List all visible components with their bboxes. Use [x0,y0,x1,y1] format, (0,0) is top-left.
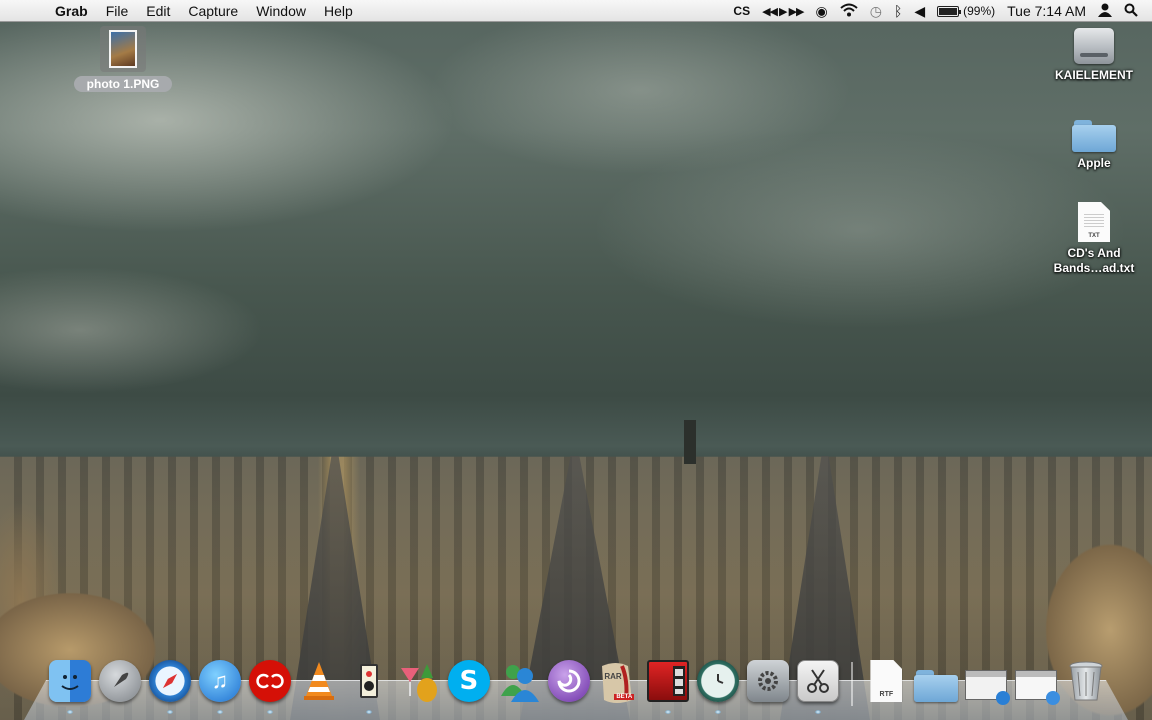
status-menus: CS ◀◀ ▶ ▶▶ ◉ ◷ ᛒ ◀ (99%) Tue 7:14 AM [733,0,1138,22]
running-indicator [216,710,223,714]
running-indicator [266,710,273,714]
volume-icon[interactable]: ◀ [914,3,925,20]
dock-vlc[interactable] [297,660,342,712]
photo-thumbnail-icon [109,30,137,68]
dock-photo-booth[interactable] [646,660,691,714]
text-document-icon: TXT [1078,202,1110,242]
dock-trash[interactable] [1063,660,1108,712]
dock-rar-app[interactable]: RAR BETA [596,660,641,712]
curtain-filmstrip-icon [647,660,690,702]
dock-messenger[interactable] [496,660,541,712]
dock-system-preferences[interactable] [745,660,790,712]
gear-icon [746,660,789,702]
dock-itunes[interactable]: ♫ [197,660,242,714]
dock-rtf-document[interactable]: RTF [864,660,909,712]
window-thumbnail-icon [1014,670,1060,705]
desktop-icon-label: CD's And Bands…ad.txt [1053,246,1135,275]
window-thumbnail-icon [964,670,1010,705]
user-icon[interactable] [1098,3,1112,20]
clock[interactable]: Tue 7:14 AM [1007,3,1086,19]
menu-window[interactable]: Window [247,3,315,19]
lastfm-status-icon[interactable]: CS [733,4,750,18]
folder-icon [1072,118,1116,152]
buddies-icon [497,660,541,704]
rtf-document-icon: RTF [870,660,903,702]
menu-edit[interactable]: Edit [137,3,179,19]
dock: ♫ S RAR BETA RTF [48,656,1108,714]
trash-icon [1068,660,1104,702]
desktop-file-photo[interactable]: photo 1.PNG [74,26,172,92]
battery-percent: (99%) [963,4,996,18]
media-controls-icon[interactable]: ◀◀ ▶ ▶▶ [762,5,804,18]
speaker-icon [360,664,379,698]
desktop-icon-label: KAIELEMENT [1055,68,1133,82]
hard-drive-icon [1074,28,1114,64]
menu-help[interactable]: Help [315,3,362,19]
dock-torrent[interactable] [546,660,591,712]
desktop-file-cds-and-bands[interactable]: TXT CD's And Bands…ad.txt [1044,202,1144,276]
menu-file[interactable]: File [97,3,138,19]
battery-icon [937,5,962,17]
quicksilver-icon[interactable]: ◉ [816,3,828,20]
dock-folder-stack[interactable] [914,660,959,712]
torrent-swirl-icon [547,660,590,702]
dock-adium-cocktail[interactable] [397,660,442,712]
traffic-cone-icon [302,660,336,702]
bluetooth-icon[interactable]: ᛒ [894,3,902,19]
running-indicator [366,710,373,714]
running-indicator [814,710,821,714]
folder-stack-icon [914,668,959,702]
photo-thumbnail-selection [100,26,146,72]
dock-finder[interactable] [48,660,93,714]
wallpaper-tower [684,420,696,464]
dock-speaker-app[interactable] [347,660,392,714]
rtf-ext-label: RTF [879,691,894,698]
dock-launchpad[interactable] [98,660,143,712]
running-indicator [714,710,721,714]
dock-skype[interactable]: S [447,660,492,712]
spotlight-search-icon[interactable] [1124,3,1138,20]
lastfm-icon [248,660,291,702]
time-machine-icon[interactable]: ◷ [870,3,882,20]
skype-icon: S [447,660,490,702]
compass-icon [149,660,192,702]
desktop-drive-kaielement[interactable]: KAIELEMENT [1044,28,1144,83]
dock-safari[interactable] [148,660,193,714]
battery-status[interactable]: (99%) [937,4,995,18]
beta-badge: BETA [614,694,635,700]
menu-bar: Grab File Edit Capture Window Help CS ◀◀… [0,0,1152,22]
running-indicator [167,710,174,714]
dock-separator [851,662,853,706]
dock-grab[interactable] [795,660,840,714]
menu-capture[interactable]: Capture [179,3,247,19]
scissors-icon [796,660,839,702]
document-ext-label: TXT [1088,233,1100,239]
dock-itunes-window[interactable] [964,660,1010,712]
music-note-icon: ♫ [198,660,241,702]
finder-icon [49,660,92,702]
desktop-icon-label: Apple [1077,156,1111,170]
rocket-icon [99,660,142,702]
menu-app-grab[interactable]: Grab [46,3,97,19]
running-indicator [665,710,672,714]
dock-minimized-window[interactable] [1013,660,1060,712]
clock-rewind-icon [696,660,739,702]
pineapple-cocktail-icon [397,660,441,704]
battery-fill [939,7,958,15]
rar-label: RAR [604,672,622,681]
wifi-icon[interactable] [840,3,858,20]
rar-archive-icon: RAR BETA [596,660,640,706]
dock-lastfm[interactable] [247,660,292,714]
desktop-folder-apple[interactable]: Apple [1044,118,1144,171]
desktop-file-label: photo 1.PNG [74,76,172,92]
dock-time-machine[interactable] [696,660,741,714]
running-indicator [67,710,74,714]
